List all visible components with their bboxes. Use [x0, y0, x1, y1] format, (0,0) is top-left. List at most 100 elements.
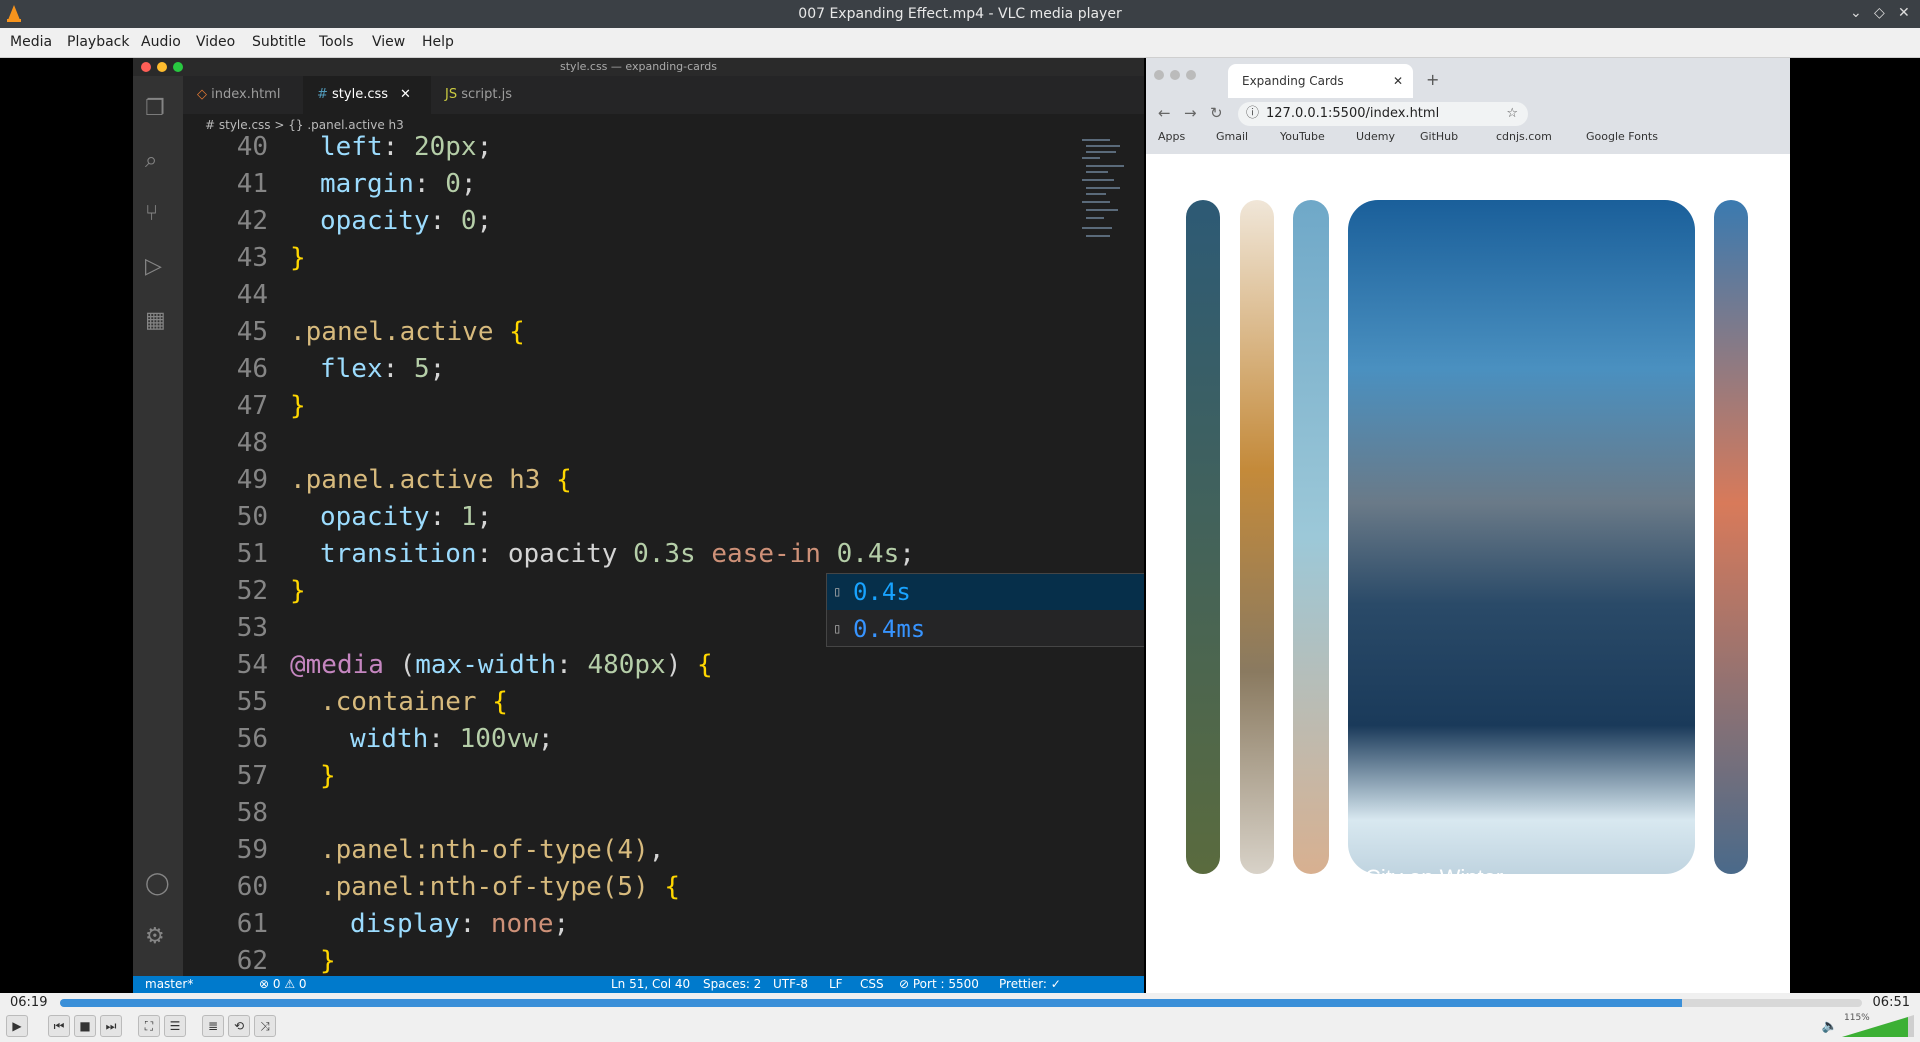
close-dot-icon — [141, 62, 151, 72]
player-controls: 06:19 06:51 ▶ ⏮ ■ ⏭ ⛶ ☰ ≣ ⟲ ⤨ 🔈 115% — [0, 993, 1920, 1042]
code-line: left: 20px; — [320, 132, 493, 162]
loop-icon: ⟲ — [233, 1019, 245, 1033]
status-eol: LF — [829, 977, 843, 991]
line-number: 60 — [236, 872, 268, 902]
reload-icon: ↻ — [1210, 104, 1223, 122]
menu-media[interactable]: Media — [10, 34, 52, 50]
code-line: } — [290, 243, 306, 273]
code-line: .container { — [320, 687, 508, 717]
code-line: opacity: 1; — [320, 502, 493, 532]
menu-playback[interactable]: Playback — [67, 34, 129, 50]
elapsed-time: 06:19 — [10, 995, 48, 1010]
menu-view[interactable]: View — [372, 34, 405, 50]
tab-index-html: ◇ index.html — [197, 87, 281, 102]
code-line: } — [290, 576, 306, 606]
suggestion-item[interactable]: ▯ 0.4ms — [827, 611, 1144, 647]
code-line: @media (max-width: 480px) { — [290, 650, 713, 680]
status-port: ⊘ Port : 5500 — [899, 977, 979, 991]
line-number: 51 — [236, 539, 268, 569]
previous-icon: ⏮ — [53, 1019, 65, 1033]
code-editor: 40 left: 20px; 41 margin: 0; 42 opacity: 0; 43… — [183, 132, 1103, 976]
playlist-button[interactable]: ≣ — [202, 1015, 224, 1037]
line-number: 61 — [236, 909, 268, 939]
menu-subtitle[interactable]: Subtitle — [252, 34, 306, 50]
line-number: 43 — [236, 243, 268, 273]
line-number: 54 — [236, 650, 268, 680]
code-line: .panel.active { — [290, 317, 525, 347]
code-line: .panel.active h3 { — [290, 465, 572, 495]
suggestion-widget: ▯ 0.4s ▯ 0.4ms — [826, 573, 1144, 647]
fullscreen-button[interactable]: ⛶ — [138, 1015, 160, 1037]
next-button[interactable]: ⏭ — [100, 1015, 122, 1037]
total-time: 06:51 — [1872, 995, 1910, 1010]
menu-tools[interactable]: Tools — [319, 34, 354, 50]
line-number: 58 — [236, 798, 268, 828]
close-icon[interactable]: ✕ — [1898, 5, 1910, 21]
play-icon: ▶ — [12, 1019, 22, 1033]
panel-card — [1186, 200, 1220, 874]
code-line: opacity: 0; — [320, 206, 493, 236]
explorer-icon: ❐ — [145, 96, 165, 121]
speaker-icon[interactable]: 🔈 — [1822, 1019, 1838, 1034]
address-bar: ⓘ 127.0.0.1:5500/index.html ☆ — [1238, 102, 1528, 126]
line-number: 55 — [236, 687, 268, 717]
code-line: display: none; — [350, 909, 570, 939]
status-encoding: UTF-8 — [773, 977, 808, 991]
browser-tab: Expanding Cards ✕ — [1228, 64, 1413, 98]
line-number: 44 — [236, 280, 268, 310]
maximize-icon[interactable]: ◇ — [1874, 5, 1885, 21]
stop-button[interactable]: ■ — [74, 1015, 96, 1037]
video-area[interactable]: style.css — expanding-cards ❐ ⌕ ⑂ ▷ ▦ ◯ … — [0, 58, 1920, 993]
minimize-icon[interactable]: ⌄ — [1850, 5, 1862, 21]
status-prettier: Prettier: ✓ — [999, 977, 1061, 991]
volume-slider[interactable]: 115% — [1842, 1013, 1914, 1037]
code-line: flex: 5; — [320, 354, 446, 384]
play-button[interactable]: ▶ — [6, 1015, 28, 1037]
bookmark-google-fonts: Google Fonts — [1586, 130, 1658, 143]
code-line: } — [320, 761, 336, 791]
previous-button[interactable]: ⏮ — [48, 1015, 70, 1037]
activity-bar: ❐ ⌕ ⑂ ▷ ▦ ◯ ⚙ — [133, 76, 183, 976]
star-icon: ☆ — [1506, 106, 1518, 121]
forward-icon: → — [1184, 104, 1197, 122]
loop-button[interactable]: ⟲ — [228, 1015, 250, 1037]
menu-video[interactable]: Video — [196, 34, 235, 50]
tab-close-icon: ✕ — [400, 87, 411, 102]
code-line: } — [320, 946, 336, 976]
stop-icon: ■ — [79, 1019, 91, 1033]
status-spaces: Spaces: 2 — [703, 977, 762, 991]
zoom-dot-icon — [1186, 70, 1196, 80]
line-number: 56 — [236, 724, 268, 754]
panel-card — [1240, 200, 1274, 874]
minimap — [1080, 136, 1140, 246]
menu-help[interactable]: Help — [422, 34, 454, 50]
account-icon: ◯ — [145, 871, 170, 896]
code-line: width: 100vw; — [350, 724, 554, 754]
extended-settings-button[interactable]: ☰ — [164, 1015, 186, 1037]
panel-card — [1293, 200, 1329, 874]
code-line: .panel:nth-of-type(4), — [320, 835, 665, 865]
panel-card-active — [1348, 200, 1695, 874]
editor-tabs: ◇ index.html # style.css ✕ JS script.js — [183, 76, 1144, 114]
card-title: City on Winter — [1365, 865, 1504, 890]
vscode-window: style.css — expanding-cards ❐ ⌕ ⑂ ▷ ▦ ◯ … — [133, 58, 1144, 993]
vscode-titlebar: style.css — expanding-cards — [133, 58, 1144, 76]
close-dot-icon — [1154, 70, 1164, 80]
line-number: 57 — [236, 761, 268, 791]
shuffle-button[interactable]: ⤨ — [254, 1015, 276, 1037]
seek-bar[interactable] — [60, 999, 1862, 1007]
source-control-icon: ⑂ — [145, 201, 159, 226]
window-title: 007 Expanding Effect.mp4 - VLC media pla… — [798, 6, 1122, 22]
line-number: 59 — [236, 835, 268, 865]
tab-style-css: # style.css ✕ — [303, 76, 431, 114]
line-number: 40 — [236, 132, 268, 162]
search-icon: ⌕ — [145, 148, 158, 173]
next-icon: ⏭ — [105, 1019, 117, 1033]
line-number: 52 — [236, 576, 268, 606]
bookmark-apps: Apps — [1158, 130, 1186, 143]
suggestion-item[interactable]: ▯ 0.4s — [827, 574, 1144, 610]
menu-audio[interactable]: Audio — [141, 34, 181, 50]
info-icon: ⓘ — [1246, 106, 1260, 121]
panel-card — [1714, 200, 1748, 874]
status-position: Ln 51, Col 40 — [611, 977, 691, 991]
